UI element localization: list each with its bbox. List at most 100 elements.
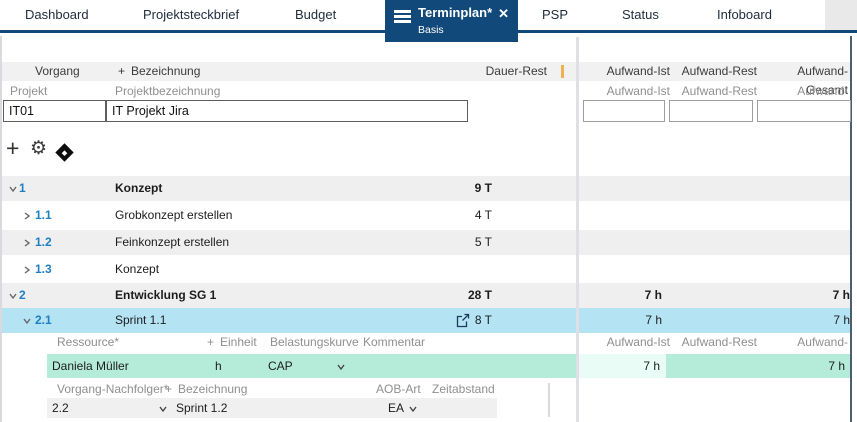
tab-label: Infoboard (717, 7, 772, 22)
resource-name: Daniela Müller (52, 359, 129, 373)
task-dauer-rest: 4 T (474, 208, 492, 222)
resource-table-header: Ressource* + Einheit Belastungskurve Kom… (2, 333, 850, 368)
project-app-window: Dashboard Projektsteckbrief Budget PSP S… (0, 0, 857, 422)
content-right-border (850, 36, 852, 422)
resource-aufwand-gesamt: 7 h (828, 359, 845, 373)
col-header-ressource[interactable]: Ressource* (57, 333, 119, 352)
task-number: 1 (19, 181, 26, 195)
task-name: Grobkonzept erstellen (115, 208, 233, 222)
successor-aob-art-value[interactable]: EA (388, 398, 404, 418)
tab-label: PSP (542, 7, 569, 22)
add-column-plus-icon[interactable]: + (118, 62, 125, 81)
task-aufwand-ist: 7 h (644, 288, 662, 302)
expander-chevron-right-icon[interactable] (22, 265, 32, 275)
project-aufwand-rest-label: Aufwand-Rest (681, 84, 757, 98)
col-header-bezeichnung[interactable]: Bezeichnung (131, 62, 200, 81)
task-row-1-1[interactable]: 1.1 Grobkonzept erstellen 4 T (2, 203, 850, 228)
tab-label: Status (622, 7, 659, 22)
resource-einheit: h (215, 359, 222, 373)
mini-scrollbar[interactable] (548, 383, 550, 417)
task-name: Konzept (115, 262, 160, 276)
task-row-2-1-selected[interactable]: 2.1 Sprint 1.1 8 T 7 h 7 h (2, 308, 850, 333)
add-icon[interactable]: + (6, 137, 19, 160)
tab-label: Budget (295, 7, 337, 22)
col-header-kommentar[interactable]: Kommentar (363, 333, 425, 352)
add-successor-plus-icon[interactable]: + (165, 380, 172, 398)
project-id-input[interactable] (3, 100, 106, 122)
tab-projektsteckbrief[interactable]: Projektsteckbrief (143, 0, 239, 30)
tab-terminplan-active[interactable]: Terminplan* ✕ Basis (385, 0, 518, 42)
task-dauer-rest: 8 T (474, 313, 492, 327)
expander-chevron-down-icon[interactable] (8, 291, 18, 301)
add-resource-plus-icon[interactable]: + (207, 333, 214, 352)
col-header-dauer-rest[interactable]: Dauer-Rest (447, 62, 547, 81)
task-name: Sprint 1.1 (115, 313, 167, 327)
successor-row[interactable]: 2.2 Sprint 1.2 EA (47, 398, 497, 418)
task-number: 1.1 (35, 208, 52, 222)
col-header-zeitabstand[interactable]: Zeitabstand (432, 380, 495, 398)
tab-infoboard[interactable]: Infoboard (717, 0, 772, 30)
col-header-vorgang[interactable]: Vorgang (35, 62, 80, 81)
tab-bar-end-filler (825, 0, 857, 30)
task-name: Konzept (115, 181, 163, 195)
pane-divider[interactable] (576, 37, 579, 422)
task-name: Entwicklung SG 1 (115, 288, 217, 302)
resource-aufwand-ist: 7 h (643, 359, 660, 373)
milestone-diamond-icon[interactable] (55, 143, 74, 162)
col-header-aufwand-ist[interactable]: Aufwand-Ist (590, 62, 670, 81)
tab-budget[interactable]: Budget (295, 0, 336, 30)
col-header-aufwand-rest[interactable]: Aufwand-Rest (677, 333, 757, 352)
tab-status[interactable]: Status (622, 0, 659, 30)
successor-id-value[interactable]: 2.2 (52, 398, 69, 418)
project-row-label: Projekt (10, 84, 48, 98)
tab-psp[interactable]: PSP (542, 0, 568, 30)
tab-label: Projektsteckbrief (143, 7, 240, 22)
hamburger-menu-icon[interactable] (394, 10, 411, 23)
col-header-bezeichnung[interactable]: Bezeichnung (178, 380, 247, 398)
project-label-row: Projekt Projektbezeichnung Aufwand-Ist A… (2, 82, 850, 116)
col-header-aufwand-rest[interactable]: Aufwand-Rest (677, 62, 757, 81)
col-header-belastungskurve[interactable]: Belastungskurve (270, 333, 359, 352)
col-header-einheit[interactable]: Einheit (220, 333, 257, 352)
project-name-input[interactable] (106, 100, 468, 122)
resource-row-daniela-mueller[interactable]: Daniela Müller h CAP 7 h 7 h (47, 354, 850, 378)
task-dauer-rest: 5 T (474, 235, 492, 249)
task-number: 2.1 (35, 313, 52, 327)
task-aufwand-gesamt: 7 h (832, 288, 850, 302)
task-row-1-2[interactable]: 1.2 Feinkonzept erstellen 5 T (2, 230, 850, 255)
expander-chevron-down-icon[interactable] (8, 184, 18, 194)
expander-chevron-down-icon[interactable] (22, 316, 32, 326)
task-number: 1.2 (35, 235, 52, 249)
project-aufwand-ist-input[interactable] (583, 100, 665, 122)
task-name: Feinkonzept erstellen (115, 235, 230, 249)
task-aufwand-gesamt: 7 h (833, 313, 850, 327)
project-bezeichnung-label: Projektbezeichnung (115, 84, 221, 98)
col-header-vorgang-nachfolger[interactable]: Vorgang-Nachfolger* (57, 380, 168, 398)
resource-belastungskurve-value[interactable]: CAP (268, 354, 293, 378)
col-header-aob-art[interactable]: AOB-Art (376, 380, 421, 398)
close-tab-icon[interactable]: ✕ (498, 6, 509, 22)
expander-chevron-right-icon[interactable] (22, 238, 32, 248)
tab-dashboard[interactable]: Dashboard (25, 0, 89, 30)
expander-chevron-right-icon[interactable] (22, 211, 32, 221)
successor-table-header: Vorgang-Nachfolger* + Bezeichnung AOB-Ar… (2, 380, 850, 398)
task-row-1-3[interactable]: 1.3 Konzept (2, 257, 850, 282)
dropdown-chevron-icon[interactable] (336, 362, 346, 372)
project-aufwand-rest-input[interactable] (669, 100, 753, 122)
project-aufwand-gesamt-input[interactable] (757, 100, 851, 122)
task-aufwand-ist: 7 h (645, 313, 662, 327)
tab-label: Dashboard (25, 7, 89, 22)
dropdown-chevron-icon[interactable] (408, 404, 418, 414)
task-number: 1.3 (35, 262, 52, 276)
column-marker (561, 65, 564, 78)
col-header-aufwand-ist[interactable]: Aufwand-Ist (590, 333, 670, 352)
successor-bezeichnung: Sprint 1.2 (176, 401, 228, 415)
active-tab-title: Terminplan* (418, 5, 493, 20)
task-row-2[interactable]: 2 Entwicklung SG 1 28 T 7 h 7 h (2, 283, 850, 308)
task-dauer-rest: 9 T (474, 181, 492, 195)
task-dauer-rest: 28 T (467, 288, 492, 302)
settings-gear-icon[interactable]: ⚙ (30, 139, 47, 159)
task-row-1[interactable]: 1 Konzept 9 T (2, 176, 850, 201)
dropdown-chevron-icon[interactable] (158, 404, 168, 414)
table-header-row: Vorgang + Bezeichnung Dauer-Rest Aufwand… (2, 62, 850, 97)
